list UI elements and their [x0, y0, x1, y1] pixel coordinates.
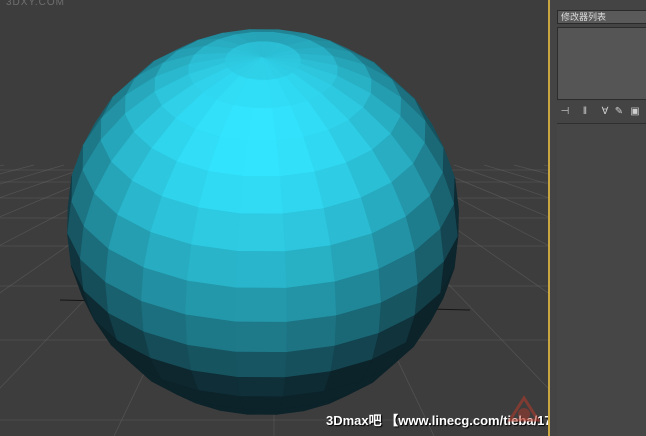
sphere-facet: [247, 107, 277, 142]
sphere-facet: [234, 321, 287, 353]
sphere-facet: [186, 244, 238, 289]
remove-modifier-icon[interactable]: ✎: [613, 105, 625, 118]
sphere-facet: [191, 207, 241, 252]
sphere-facet: [239, 396, 283, 410]
sphere-facet: [236, 213, 286, 252]
sphere-facet: [235, 351, 287, 378]
sphere-facet: [284, 245, 336, 289]
site-watermark: 3DXY.COM: [6, 0, 65, 8]
sphere-facet: [242, 408, 281, 415]
configure-sets-icon[interactable]: ▣: [629, 105, 641, 118]
viewport-scene: [0, 29, 548, 436]
grid-line: [0, 164, 65, 185]
corner-logo: [507, 395, 541, 422]
parameters-rollout: [557, 124, 646, 436]
sphere-facet: [239, 175, 283, 215]
show-end-result-icon[interactable]: ‖: [579, 105, 591, 118]
modifier-list-label: 修改器列表: [561, 12, 607, 22]
grid-line: [0, 164, 35, 175]
sphere-facet: [285, 281, 337, 323]
modifier-list-dropdown[interactable]: 修改器列表: [557, 10, 646, 24]
modifier-stack-toolbar: ⊣ ‖ ∀ ✎ ▣: [557, 105, 646, 119]
grid-line: [0, 164, 5, 167]
make-unique-icon[interactable]: ∀: [599, 105, 611, 118]
sphere-facet: [236, 376, 286, 398]
sphere-facet: [242, 140, 281, 177]
sphere-facet: [234, 287, 287, 323]
command-panel: 修改器列表 ⊣ ‖ ∀ ✎ ▣: [550, 0, 646, 436]
sphere-facet: [282, 208, 332, 252]
sphere-facet: [235, 251, 287, 289]
perspective-viewport[interactable]: 3DXY.COM 3Dmax吧 【www.linecg.com/tieba/17…: [0, 0, 548, 436]
pin-stack-icon[interactable]: ⊣: [559, 105, 571, 118]
modifier-stack-list[interactable]: [557, 27, 646, 100]
